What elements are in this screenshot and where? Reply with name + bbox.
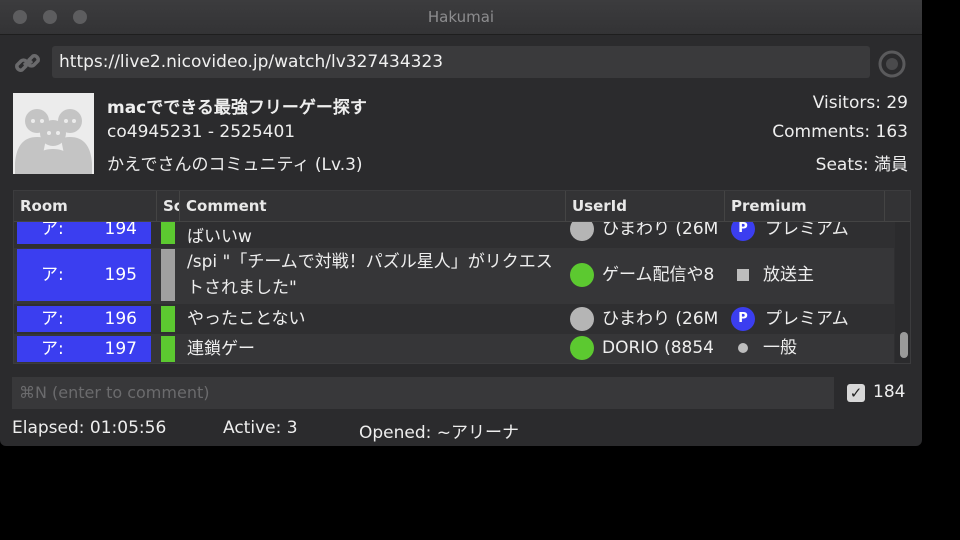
broadcaster-square-icon: [737, 269, 749, 281]
score-indicator: [161, 222, 175, 244]
user-status-icon: [570, 336, 594, 360]
premium-cell: P プレミアム: [731, 222, 894, 244]
premium-badge-icon: P: [731, 307, 755, 331]
premium-cell: P プレミアム: [731, 304, 894, 334]
user-status-icon: [570, 307, 594, 331]
room-cell: ア: 196: [17, 306, 151, 332]
comment-number: 197: [104, 339, 137, 359]
room-cell: ア: 195: [17, 249, 151, 301]
comment-number: 195: [104, 265, 137, 285]
room-cell: ア: 197: [17, 336, 151, 362]
room-label: ア:: [41, 309, 64, 329]
community-avatar-icon: [13, 93, 94, 174]
comment-text: /spi "「チームで対戦！パズル星人」がリクエストされました": [187, 252, 553, 298]
premium-cell: 一般: [731, 334, 894, 363]
table-row[interactable]: ア: 194 ばいいw ひまわり (26M P プレミアム: [14, 222, 894, 247]
elapsed-time: Elapsed: 01:05:56: [12, 418, 167, 438]
program-title: macでできる最強フリーゲー探す: [107, 98, 367, 118]
premium-cell: 放送主: [731, 248, 894, 302]
column-header-premium[interactable]: Premium: [725, 191, 885, 221]
app-window: Hakumai https://live2.nicovideo.jp/watch…: [0, 0, 922, 446]
general-dot-icon: [738, 343, 748, 353]
connect-icon[interactable]: [877, 49, 907, 79]
comment-count: 184: [873, 382, 906, 402]
scrollbar-thumb[interactable]: [900, 332, 908, 358]
room-cell: ア: 194: [17, 222, 151, 244]
table-row[interactable]: ア: 195 /spi "「チームで対戦！パズル星人」がリクエストされました" …: [14, 248, 894, 304]
table-header: Room Sc Comment UserId Premium: [14, 191, 910, 222]
window-title: Hakumai: [427, 8, 495, 26]
comment-table-scrollbar[interactable]: [895, 222, 910, 363]
url-input[interactable]: https://live2.nicovideo.jp/watch/lv32743…: [52, 46, 870, 78]
user-status-icon: [570, 222, 594, 241]
premium-badge-icon: P: [731, 222, 755, 241]
user-cell: DORIO (8854: [570, 334, 720, 363]
user-id: ひまわり (26M: [602, 222, 719, 239]
user-cell: ひまわり (26M: [570, 304, 720, 334]
title-bar: Hakumai: [0, 0, 922, 35]
score-indicator: [161, 306, 175, 332]
comment-text: 連鎖ゲー: [187, 339, 255, 359]
comments-count: Comments: 163: [772, 122, 908, 142]
active-count: Active: 3: [223, 418, 298, 438]
opened-room: Opened: ~アリーナ: [359, 423, 520, 443]
room-label: ア:: [41, 265, 64, 285]
community-avatar: [13, 93, 94, 174]
column-header-userid[interactable]: UserId: [566, 191, 725, 221]
community-id: co4945231 - 2525401: [107, 122, 296, 142]
premium-status: プレミアム: [765, 309, 849, 329]
comment-text: ばいいw: [187, 227, 252, 247]
user-id: DORIO (8854: [602, 338, 714, 358]
comment-number: 196: [104, 309, 137, 329]
comment-number: 194: [104, 222, 137, 239]
link-icon[interactable]: [14, 51, 42, 75]
user-id: ひまわり (26M: [602, 309, 719, 329]
score-indicator: [161, 336, 175, 362]
score-indicator: [161, 249, 175, 301]
column-header-room[interactable]: Room: [14, 191, 157, 221]
auto-scroll-checkbox[interactable]: ✓: [847, 384, 865, 402]
seats-status: Seats: 満員: [815, 155, 908, 175]
premium-status: プレミアム: [765, 222, 849, 239]
user-id: ゲーム配信や8: [602, 265, 715, 285]
url-row: https://live2.nicovideo.jp/watch/lv32743…: [0, 46, 922, 80]
user-status-icon: [570, 263, 594, 287]
column-header-comment[interactable]: Comment: [180, 191, 566, 221]
table-body: ア: 194 ばいいw ひまわり (26M P プレミアム ア: 195 /sp…: [14, 222, 894, 363]
visitors-count: Visitors: 29: [812, 93, 908, 113]
comment-table: Room Sc Comment UserId Premium ア: 194 ばい…: [13, 190, 911, 364]
user-cell: ゲーム配信や8: [570, 248, 720, 302]
community-name: かえでさんのコミュニティ (Lv.3): [107, 155, 363, 175]
table-row[interactable]: ア: 196 やったことない ひまわり (26M P プレミアム: [14, 304, 894, 334]
premium-status: 放送主: [763, 265, 814, 285]
user-cell: ひまわり (26M: [570, 222, 720, 244]
comment-text: やったことない: [187, 309, 306, 329]
room-label: ア:: [41, 222, 64, 239]
comment-input[interactable]: ⌘N (enter to comment): [12, 377, 834, 409]
premium-status: 一般: [763, 338, 797, 358]
column-header-score[interactable]: Sc: [157, 191, 180, 221]
table-row[interactable]: ア: 197 連鎖ゲー DORIO (8854 一般: [14, 334, 894, 363]
room-label: ア:: [41, 339, 64, 359]
